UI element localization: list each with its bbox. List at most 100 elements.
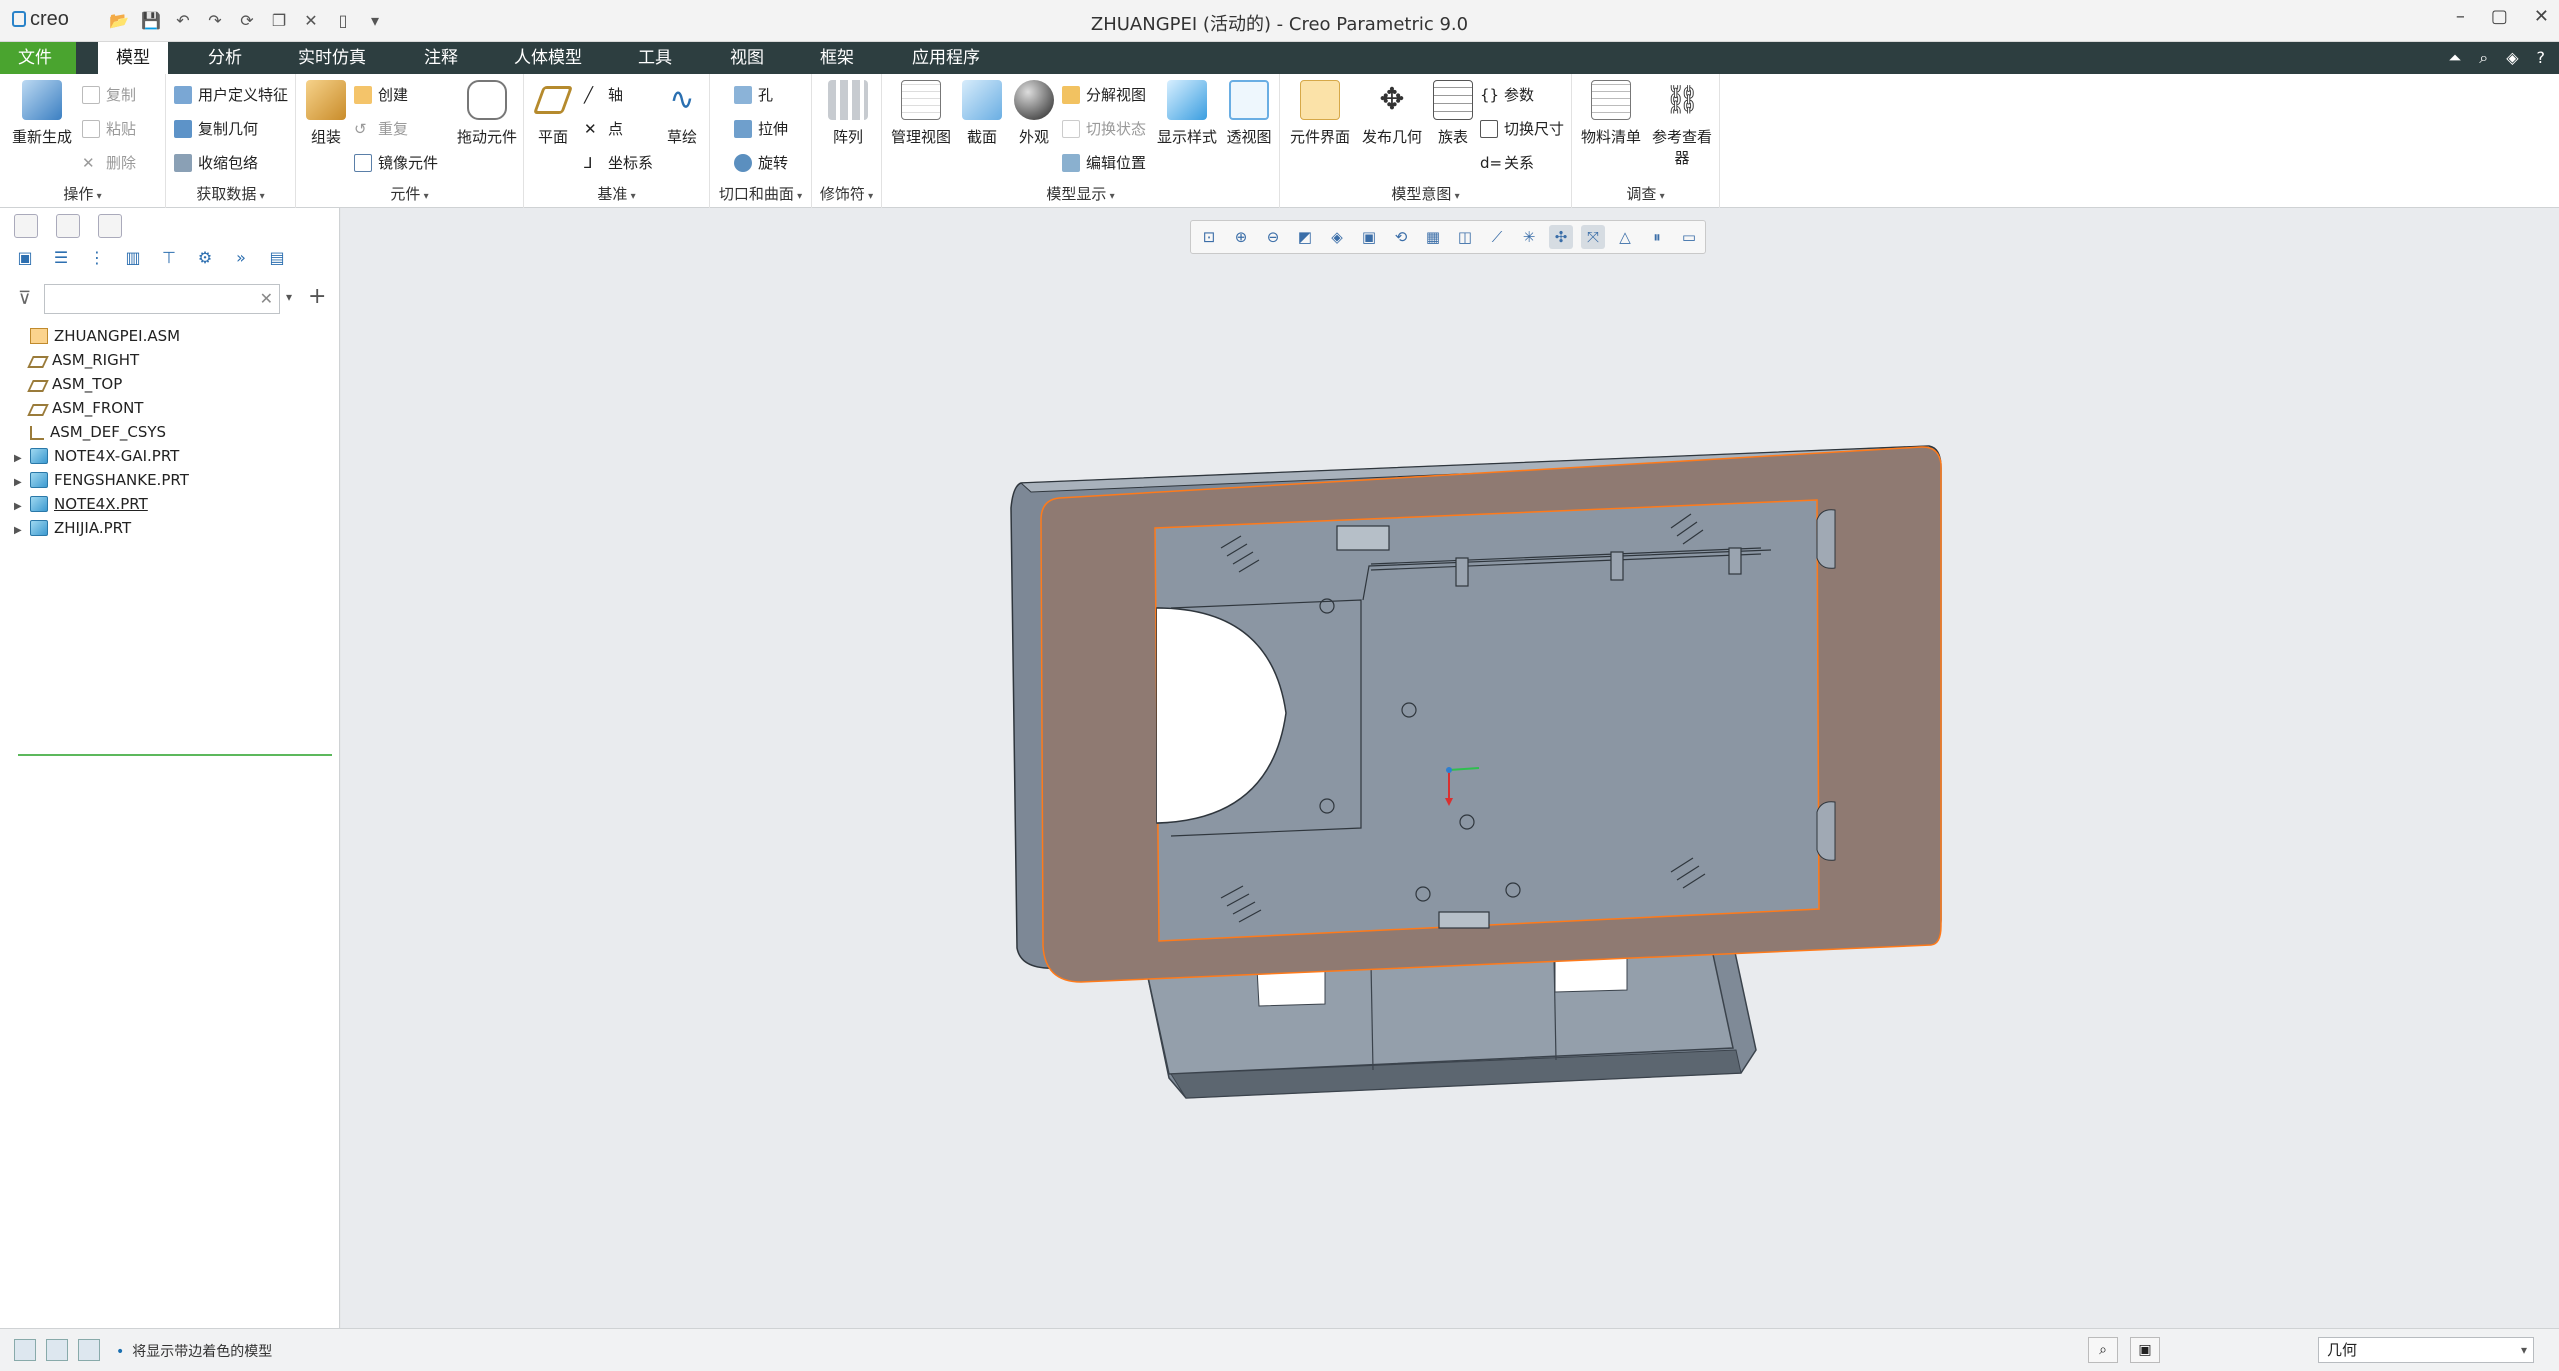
favorites-tab-icon[interactable] <box>98 214 122 238</box>
customize-qat-icon[interactable]: ▾ <box>364 9 386 31</box>
tree-detail-icon[interactable]: ▤ <box>266 248 288 270</box>
tab-live-simulation[interactable]: 实时仿真 <box>280 42 384 74</box>
tree-item-note4x-gai[interactable]: ▶ NOTE4X-GAI.PRT <box>14 444 334 468</box>
group-title-cut-surface[interactable]: 切口和曲面 <box>710 183 811 204</box>
view-manager-icon[interactable]: ◈ <box>1325 225 1349 249</box>
tab-analysis[interactable]: 分析 <box>190 42 260 74</box>
display-style-icon[interactable]: ▣ <box>1357 225 1381 249</box>
repaint-icon[interactable]: ◩ <box>1293 225 1317 249</box>
navigator-toggle-icon[interactable] <box>14 1339 36 1361</box>
section-button[interactable]: 截面 <box>958 80 1006 147</box>
tree-item-root[interactable]: ZHUANGPEI.ASM <box>14 324 334 348</box>
save-icon[interactable]: 💾 <box>140 9 162 31</box>
selection-icon[interactable]: ▣ <box>2130 1337 2160 1363</box>
paste-button[interactable]: 粘贴 <box>82 118 136 139</box>
hole-button[interactable]: 孔 <box>734 84 773 105</box>
assembly-model-view[interactable] <box>341 208 2559 1328</box>
component-interface-button[interactable]: 元件界面 <box>1284 80 1356 147</box>
pause-icon[interactable]: ⏸ <box>1645 225 1669 249</box>
exploded-view-button[interactable]: 分解视图 <box>1062 84 1146 105</box>
model-tree-search-input[interactable]: ✕ <box>44 284 280 314</box>
tree-insert-indicator[interactable] <box>18 754 332 756</box>
help-icon[interactable]: ? <box>2537 48 2546 68</box>
group-title-component[interactable]: 元件 <box>296 183 523 204</box>
tree-item-asm-top[interactable]: ASM_TOP <box>14 372 334 396</box>
perspective-button[interactable]: 透视图 <box>1222 80 1276 147</box>
appearance-button[interactable]: 外观 <box>1010 80 1058 147</box>
group-title-datum[interactable]: 基准 <box>524 183 709 204</box>
find-binoculars-icon[interactable]: ⌕ <box>2088 1337 2118 1363</box>
close-window-icon[interactable]: ✕ <box>300 9 322 31</box>
tab-model[interactable]: 模型 <box>98 42 168 74</box>
close-icon[interactable]: ✕ <box>2534 6 2549 27</box>
open-folder-icon[interactable]: 📂 <box>108 9 130 31</box>
extrude-button[interactable]: 拉伸 <box>734 118 788 139</box>
repeat-button[interactable]: ↺ 重复 <box>354 118 408 139</box>
selection-filter-select[interactable]: 几何 <box>2318 1337 2534 1363</box>
group-title-get-data[interactable]: 获取数据 <box>166 183 295 204</box>
copy-geometry-button[interactable]: 复制几何 <box>174 118 258 139</box>
family-table-button[interactable]: 族表 <box>1430 80 1476 147</box>
group-title-model-intent[interactable]: 模型意图 <box>1280 183 1571 204</box>
annotations-icon[interactable]: ▭ <box>1677 225 1701 249</box>
delete-button[interactable]: ✕ 删除 <box>82 152 136 173</box>
pattern-button[interactable]: 阵列 <box>824 80 872 147</box>
fullscreen-icon[interactable] <box>78 1339 100 1361</box>
display-style-button[interactable]: 显示样式 <box>1154 80 1220 147</box>
toggle-status-button[interactable]: 切换状态 <box>1062 118 1146 139</box>
csys-display-icon[interactable]: ⤧ <box>1581 225 1605 249</box>
group-title-investigate[interactable]: 调查 <box>1572 183 1719 204</box>
tab-tools[interactable]: 工具 <box>620 42 690 74</box>
clear-search-icon[interactable]: ✕ <box>260 289 273 308</box>
search-icon[interactable]: ⌕ <box>2479 48 2488 68</box>
folder-browser-tab-icon[interactable] <box>56 214 80 238</box>
annotation-display-icon[interactable]: ✳ <box>1517 225 1541 249</box>
tab-framework[interactable]: 框架 <box>802 42 872 74</box>
tree-item-zhijia[interactable]: ▶ ZHIJIA.PRT <box>14 516 334 540</box>
csys-button[interactable]: ⅃ 坐标系 <box>584 152 653 173</box>
mirror-component-button[interactable]: 镜像元件 <box>354 152 438 173</box>
point-button[interactable]: ✕ 点 <box>584 118 623 139</box>
relations-button[interactable]: d= 关系 <box>1480 152 1534 173</box>
appearance-toggle-icon[interactable]: △ <box>1613 225 1637 249</box>
zoom-in-icon[interactable]: ⊕ <box>1229 225 1253 249</box>
copy-button[interactable]: 复制 <box>82 84 136 105</box>
edit-position-button[interactable]: 编辑位置 <box>1062 152 1146 173</box>
shrinkwrap-button[interactable]: 收缩包络 <box>174 152 258 173</box>
tree-filter-icon[interactable]: ⊤ <box>158 248 180 270</box>
perspective-toggle-icon[interactable]: ◫ <box>1453 225 1477 249</box>
undo-icon[interactable]: ↶ <box>172 9 194 31</box>
regenerate-icon[interactable]: ⟳ <box>236 9 258 31</box>
reference-viewer-button[interactable]: ⛓ 参考查看器 <box>1648 80 1716 168</box>
sketch-button[interactable]: ∿ 草绘 <box>658 80 706 147</box>
drag-component-button[interactable]: 拖动元件 <box>454 80 520 147</box>
graphics-window[interactable]: ⊡ ⊕ ⊖ ◩ ◈ ▣ ⟲ ▦ ◫ ⟋ ✳ ✣ ⤧ △ ⏸ ▭ <box>341 208 2559 1328</box>
community-icon[interactable]: ◈ <box>2506 48 2518 68</box>
plane-button[interactable]: 平面 <box>530 80 576 147</box>
part-display-icon[interactable]: ▣ <box>14 248 36 270</box>
tab-applications[interactable]: 应用程序 <box>894 42 998 74</box>
axis-button[interactable]: ╱ 轴 <box>584 84 623 105</box>
redo-icon[interactable]: ↷ <box>204 9 226 31</box>
spin-center-icon[interactable]: ✣ <box>1549 225 1573 249</box>
revolve-button[interactable]: 旋转 <box>734 152 788 173</box>
tree-item-fengshanke[interactable]: ▶ FENGSHANKE.PRT <box>14 468 334 492</box>
model-tree-tab-icon[interactable] <box>14 214 38 238</box>
tab-view[interactable]: 视图 <box>712 42 782 74</box>
tree-settings-icon[interactable]: ⚙ <box>194 248 216 270</box>
datum-display-icon[interactable]: ⟋ <box>1485 225 1509 249</box>
manage-views-button[interactable]: 管理视图 <box>888 80 954 147</box>
tree-item-asm-front[interactable]: ASM_FRONT <box>14 396 334 420</box>
bom-button[interactable]: 物料清单 <box>1578 80 1644 147</box>
group-title-modifiers[interactable]: 修饰符 <box>812 183 881 204</box>
tree-columns-icon[interactable]: ▥ <box>122 248 144 270</box>
publish-geometry-button[interactable]: ✥ 发布几何 <box>1356 80 1428 147</box>
new-file-icon[interactable]: ▯ <box>332 9 354 31</box>
switch-dimensions-button[interactable]: 切换尺寸 <box>1480 118 1564 139</box>
search-options-icon[interactable]: ▾ <box>286 290 292 304</box>
browser-toggle-icon[interactable] <box>46 1339 68 1361</box>
tab-manikin[interactable]: 人体模型 <box>496 42 600 74</box>
tree-item-note4x[interactable]: ▶ NOTE4X.PRT <box>14 492 334 516</box>
view-manager-list-icon[interactable]: ▦ <box>1421 225 1445 249</box>
add-filter-icon[interactable]: + <box>308 284 326 309</box>
